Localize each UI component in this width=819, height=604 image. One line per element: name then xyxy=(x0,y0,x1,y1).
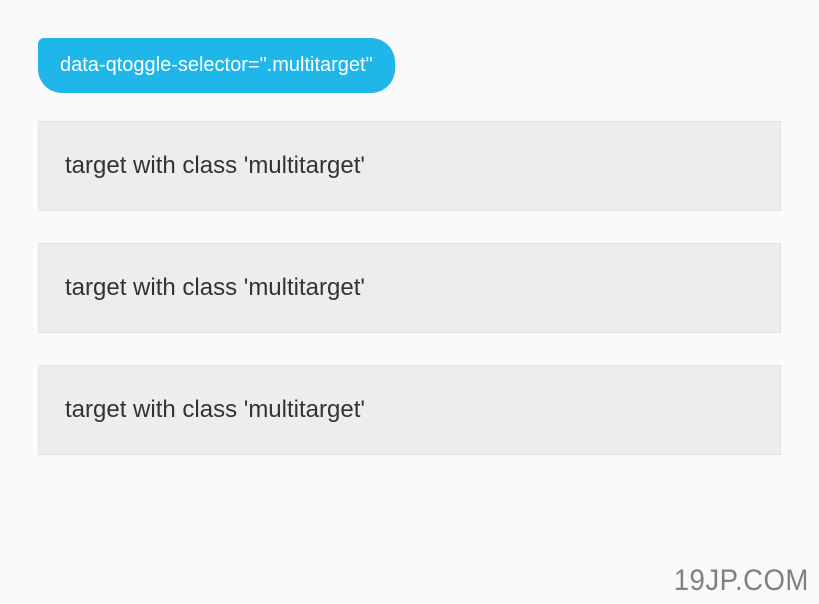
target-box: target with class 'multitarget' xyxy=(38,121,781,211)
qtoggle-button-label: data-qtoggle-selector=".multitarget" xyxy=(60,54,373,76)
target-box-label: target with class 'multitarget' xyxy=(65,274,365,301)
target-box: target with class 'multitarget' xyxy=(38,243,781,333)
target-list: target with class 'multitarget' target w… xyxy=(38,121,781,455)
target-box-label: target with class 'multitarget' xyxy=(65,396,365,423)
target-box-label: target with class 'multitarget' xyxy=(65,152,365,179)
watermark: 19JP.COM xyxy=(674,564,809,598)
qtoggle-button[interactable]: data-qtoggle-selector=".multitarget" xyxy=(38,38,395,93)
target-box: target with class 'multitarget' xyxy=(38,365,781,455)
